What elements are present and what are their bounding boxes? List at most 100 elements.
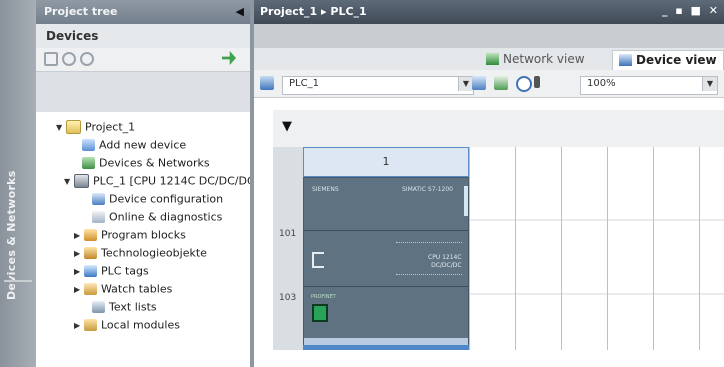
go-offline-icon[interactable]: [80, 52, 94, 66]
tree-item[interactable]: ▶ Technologieobjekte: [74, 246, 207, 264]
device-view-icon: [619, 54, 632, 66]
tree-item[interactable]: Online & diagnostics: [82, 210, 222, 228]
tree-item[interactable]: ▼ Project_1: [56, 120, 135, 138]
view-tabs-bar: Network view Device view: [254, 24, 724, 73]
plc-cpu-module[interactable]: SIEMENS SIMATIC S7-1200 CPU 1214C DC/DC/…: [303, 177, 469, 347]
tree-item-label: Program blocks: [101, 228, 186, 242]
editor-toolbar: PLC_1 ▼ 100% ▼: [254, 70, 724, 98]
ethernet-port-icon[interactable]: [312, 304, 328, 322]
tree-item[interactable]: Devices & Networks: [72, 156, 210, 174]
tree-item-label: PLC_1 [CPU 1214C DC/DC/DC]: [93, 174, 259, 188]
tree-item[interactable]: Text lists: [82, 300, 157, 318]
expand-right-icon[interactable]: ▶: [74, 321, 84, 330]
canvas-bottom-area: [273, 350, 724, 367]
zoom-slider-icon[interactable]: [534, 76, 540, 88]
network-view-icon: [486, 53, 499, 65]
expand-down-icon[interactable]: ▼: [64, 177, 74, 186]
window-controls[interactable]: _ ▪ ■ ✕: [662, 4, 720, 17]
module-led-bar: [464, 186, 468, 216]
save-layout-icon[interactable]: [472, 76, 486, 90]
grid-icon[interactable]: [494, 76, 508, 90]
device-config-icon: [92, 193, 105, 205]
go-online-icon[interactable]: [62, 52, 76, 66]
tree-item-label: Local modules: [101, 318, 180, 332]
new-item-icon[interactable]: [44, 52, 58, 66]
plc-icon: [74, 174, 89, 188]
tree-item[interactable]: ▶ PLC tags: [74, 264, 149, 282]
view-tabs-band: [254, 24, 724, 48]
project-tree-title: Project tree ◀: [36, 0, 250, 24]
module-family-label: SIMATIC S7-1200: [402, 186, 453, 193]
tree-item[interactable]: Add new device: [72, 138, 186, 156]
tree-item[interactable]: ▶ Local modules: [74, 318, 180, 336]
tree-item[interactable]: ▼ PLC_1 [CPU 1214C DC/DC/DC]: [64, 174, 259, 192]
tab-network-view[interactable]: Network view: [480, 50, 591, 72]
slot-header-1[interactable]: 1: [303, 147, 469, 177]
rack-slot-column[interactable]: [607, 147, 654, 367]
chevron-down-icon[interactable]: ▼: [702, 77, 717, 91]
rack-slot-column[interactable]: [469, 147, 516, 367]
tree-item-label: Add new device: [99, 138, 187, 152]
module-divider: [304, 230, 468, 231]
tree-toolbar: [36, 48, 250, 72]
device-select[interactable]: PLC_1 ▼: [282, 76, 474, 95]
port-label: PROFINET: [311, 294, 336, 300]
side-tab-strip[interactable]: Devices & Networks: [0, 0, 36, 367]
tree-item-label: Technologieobjekte: [101, 246, 207, 260]
chevron-down-icon[interactable]: ▼: [458, 77, 473, 91]
tab-network-label: Network view: [503, 52, 585, 66]
rack-slot-column[interactable]: [515, 147, 562, 367]
zoom-value: 100%: [587, 78, 616, 89]
rack-row-labels: 101 103: [273, 147, 303, 367]
project-tree-title-label: Project tree: [44, 5, 118, 18]
tree-item-label: Watch tables: [101, 282, 173, 296]
rack-collapse-icon[interactable]: ▼: [276, 116, 298, 138]
export-icon[interactable]: [222, 51, 236, 65]
text-lists-icon: [92, 301, 105, 313]
local-modules-icon: [84, 319, 97, 331]
device-properties-icon[interactable]: [260, 76, 274, 90]
tree-item-label: Online & diagnostics: [109, 210, 223, 224]
technology-objects-icon: [84, 247, 97, 259]
tree-item-label: Text lists: [109, 300, 157, 314]
project-icon: [66, 120, 81, 134]
tab-device-label: Device view: [636, 53, 717, 67]
editor-breadcrumb: Project_1 ▸ PLC_1: [260, 5, 367, 18]
module-brand-label: SIEMENS: [312, 186, 339, 193]
editor-title-bar: Project_1 ▸ PLC_1 _ ▪ ■ ✕: [254, 0, 724, 24]
tree-item[interactable]: Device configuration: [82, 192, 223, 210]
tree-item-label: Devices & Networks: [99, 156, 210, 170]
io-connector-icon: [312, 252, 324, 268]
tree-item-label: Device configuration: [109, 192, 224, 206]
zoom-select[interactable]: 100% ▼: [580, 76, 718, 95]
side-tab-divider: [4, 280, 32, 282]
tree-item-label: Project_1: [85, 120, 136, 134]
zoom-icon[interactable]: [516, 76, 532, 92]
devices-tab-header[interactable]: Devices: [36, 24, 250, 48]
row-label: 103: [279, 293, 297, 303]
tree-item[interactable]: ▶ Watch tables: [74, 282, 172, 300]
rack-slot-column[interactable]: [653, 147, 700, 367]
expand-right-icon[interactable]: ▶: [74, 231, 84, 240]
program-blocks-icon: [84, 229, 97, 241]
expand-down-icon[interactable]: ▼: [56, 123, 66, 132]
expand-right-icon[interactable]: ▶: [74, 249, 84, 258]
module-cpu-label: CPU 1214C DC/DC/DC: [428, 254, 462, 269]
rack-slot-column[interactable]: [699, 147, 724, 367]
module-divider: [304, 286, 468, 287]
module-terminal-row: [396, 274, 462, 276]
add-device-icon: [82, 139, 95, 151]
tree-item-label: PLC tags: [101, 264, 149, 278]
project-tree-gap: [36, 72, 250, 112]
rack-slot-column[interactable]: [561, 147, 608, 367]
diagnostics-icon: [92, 211, 105, 223]
module-terminal-row: [396, 242, 462, 244]
expand-right-icon[interactable]: ▶: [74, 285, 84, 294]
row-label: 101: [279, 229, 297, 239]
expand-right-icon[interactable]: ▶: [74, 267, 84, 276]
device-select-value: PLC_1: [289, 78, 319, 89]
tree-item[interactable]: ▶ Program blocks: [74, 228, 186, 246]
plc-tags-icon: [84, 265, 97, 277]
watch-tables-icon: [84, 283, 97, 295]
collapse-tree-icon[interactable]: ◀: [236, 5, 244, 18]
